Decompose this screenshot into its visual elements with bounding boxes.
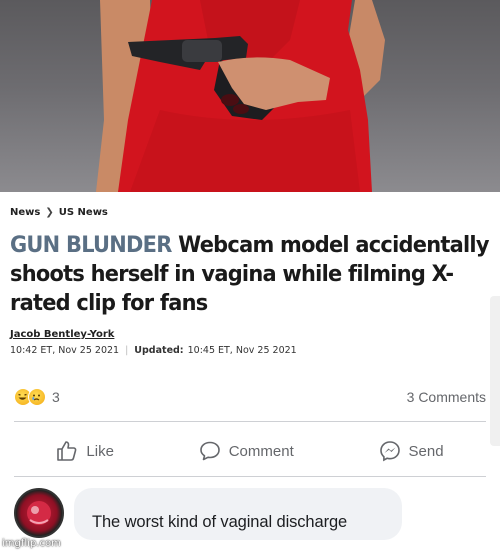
breadcrumb: News ❯ US News	[10, 207, 490, 218]
comments-count-link[interactable]: 3 Comments	[407, 389, 486, 405]
thumbs-up-icon	[57, 441, 77, 461]
watermark: imgflip.com	[2, 538, 61, 549]
reaction-icons[interactable]: 3	[14, 388, 60, 406]
headline-kicker: GUN BLUNDER	[10, 232, 172, 258]
published-time: 10:42 ET, Nov 25 2021	[10, 345, 120, 356]
comment-text: The worst kind of vaginal discharge	[92, 513, 348, 531]
like-button[interactable]: Like	[56, 440, 114, 462]
chevron-right-icon: ❯	[45, 207, 54, 218]
reactions-summary: 3 3 Comments	[14, 384, 486, 410]
post-actions: Like Comment Send	[14, 432, 486, 470]
avatar[interactable]	[14, 488, 64, 538]
divider	[14, 476, 486, 477]
comment-label: Comment	[228, 442, 294, 460]
updated-time: 10:45 ET, Nov 25 2021	[187, 345, 297, 356]
dateline: 10:42 ET, Nov 25 2021 | Updated: 10:45 E…	[10, 345, 490, 356]
comment-button[interactable]: Comment	[199, 440, 294, 462]
messenger-icon	[379, 441, 400, 462]
updated-label: Updated:	[134, 345, 184, 356]
reaction-count: 3	[52, 389, 60, 405]
author-link[interactable]: Jacob Bentley-York	[10, 329, 490, 340]
send-label: Send	[408, 442, 444, 460]
article-hero-photo	[0, 0, 500, 192]
like-label: Like	[86, 442, 114, 460]
divider: |	[125, 345, 129, 356]
breadcrumb-news-link[interactable]: News	[10, 207, 40, 218]
sad-emoji-icon	[28, 388, 46, 406]
breadcrumb-us-news-link[interactable]: US News	[59, 207, 108, 218]
divider	[14, 421, 486, 422]
comment-item: The worst kind of vaginal discharge	[14, 486, 486, 542]
hero-illustration	[96, 0, 385, 192]
speech-bubble-icon	[199, 441, 220, 461]
avatar-image-icon	[27, 501, 51, 525]
article-header: News ❯ US News GUN BLUNDER Webcam model …	[10, 197, 490, 356]
scrollbar[interactable]	[490, 296, 500, 446]
send-button[interactable]: Send	[379, 440, 444, 462]
comment-bubble: The worst kind of vaginal discharge	[74, 488, 402, 540]
article-headline[interactable]: GUN BLUNDER Webcam model accidentally sh…	[10, 231, 494, 318]
